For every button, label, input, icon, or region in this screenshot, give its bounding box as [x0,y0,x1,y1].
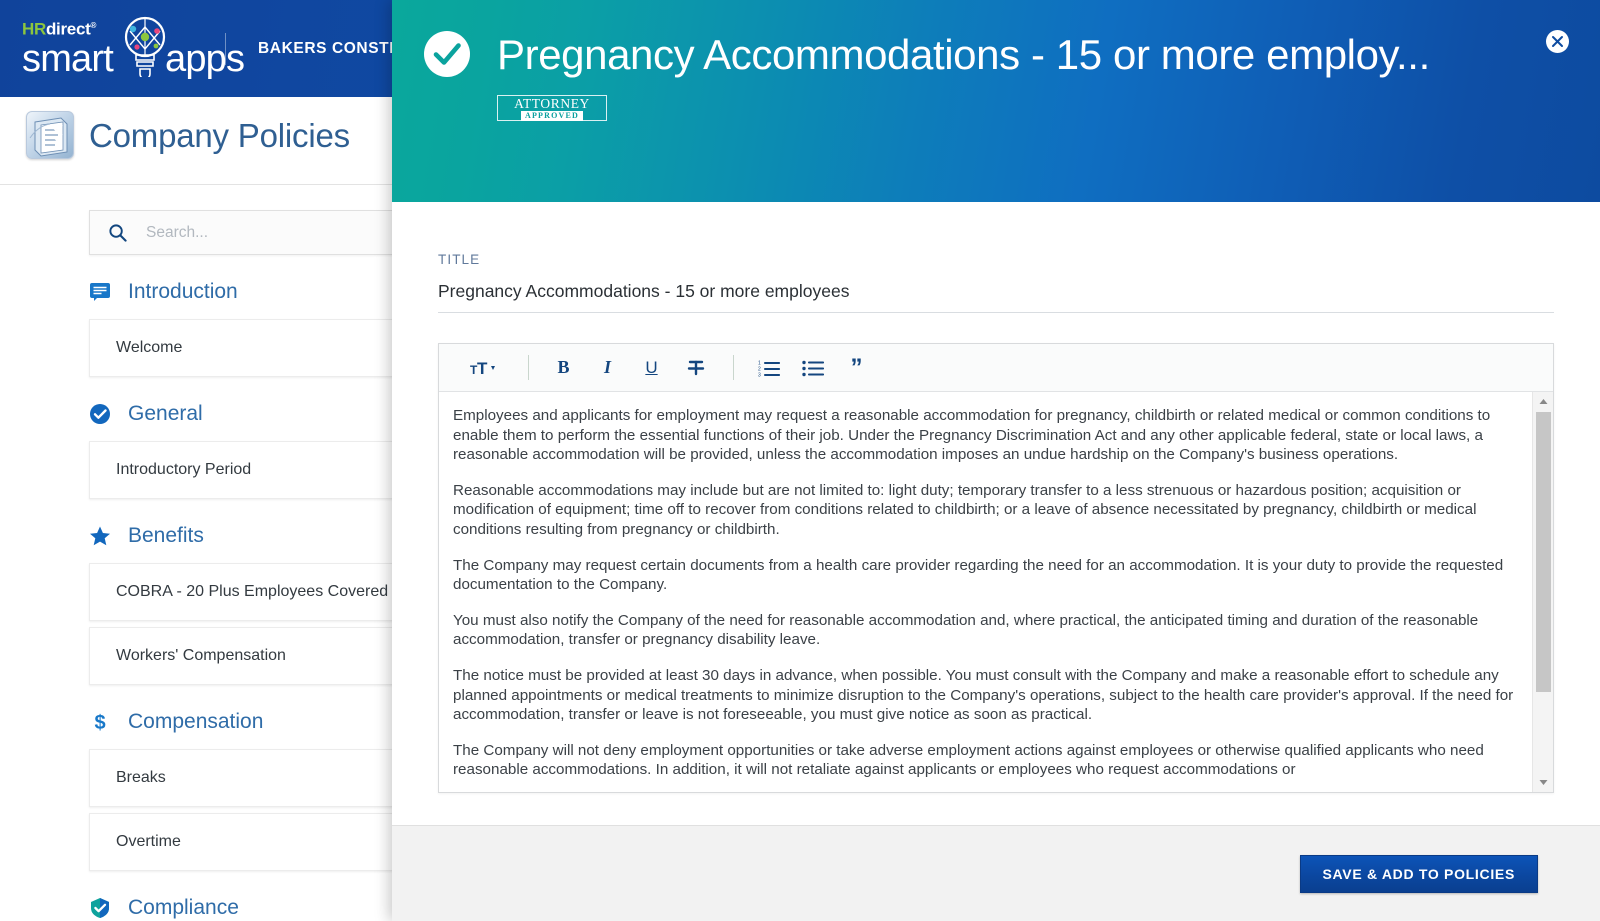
policies-book-icon [26,111,74,159]
sidebar-group-label: Benefits [128,524,204,547]
sidebar-group-compliance[interactable]: Compliance [89,881,420,921]
modal-title: Pregnancy Accommodations - 15 or more em… [497,31,1430,78]
modal-footer: SAVE & ADD TO POLICIES [392,825,1600,921]
svg-text:$: $ [94,712,105,733]
editor-paragraph: You must also notify the Company of the … [453,611,1479,649]
policy-title-input[interactable] [438,279,1554,313]
editor-paragraph: Employees and applicants for employment … [453,407,1491,464]
editor-toolbar: T T B I U 1 2 3 ” [439,344,1553,392]
sidebar-item-welcome[interactable]: Welcome [89,319,420,377]
sidebar-item-label: Overtime [116,833,181,850]
sidebar-group-label: General [128,402,203,425]
scroll-down-arrow-icon[interactable] [1533,773,1553,792]
logo-apps-text: apps [165,37,245,80]
sidebar-group-introduction[interactable]: Introduction [89,265,420,319]
blockquote-icon[interactable]: ” [836,351,877,385]
attorney-approved-badge: ATTORNEY APPROVED [497,95,607,121]
sidebar-item-label: Introductory Period [116,461,252,478]
ordered-list-icon[interactable]: 1 2 3 [748,351,789,385]
chat-bubble-icon [90,283,110,301]
editor-paragraph: The Company may request certain document… [453,556,1504,594]
sidebar-group-benefits[interactable]: Benefits [89,509,420,563]
dollar-sign-icon: $ [94,712,105,733]
italic-icon[interactable]: I [587,351,628,385]
search-icon [109,224,127,242]
nav-divider [225,33,226,65]
editor-scrollbar[interactable] [1532,392,1553,792]
close-button[interactable] [1546,30,1569,53]
sidebar-group-general[interactable]: General [89,387,420,441]
sidebar-item-cobra[interactable]: COBRA - 20 Plus Employees Covered B [89,563,420,621]
toolbar-divider [528,355,529,380]
scroll-up-arrow-icon[interactable] [1533,392,1553,411]
svg-text:3: 3 [758,372,761,377]
page-title: Company Policies [89,117,350,154]
sidebar-item-breaks[interactable]: Breaks [89,749,420,807]
sidebar-item-label: COBRA - 20 Plus Employees Covered B [116,583,404,600]
search-placeholder: Search... [146,223,209,241]
policy-sidebar: Search... Introduction Welcome General I… [0,186,420,921]
underline-icon[interactable]: U [631,351,672,385]
unordered-list-icon[interactable] [792,351,833,385]
sidebar-item-introductory-period[interactable]: Introductory Period [89,441,420,499]
editor-text-area[interactable]: Employees and applicants for employment … [439,392,1553,792]
policy-editor-modal: Pregnancy Accommodations - 15 or more em… [392,0,1600,921]
brand-logo[interactable]: HRdirect® smart apps [22,16,245,80]
sidebar-group-label: Introduction [128,280,238,303]
logo-smart-text: smart [22,37,114,80]
bold-icon[interactable]: B [543,351,584,385]
sidebar-item-label: Workers' Compensation [116,647,286,664]
svg-text:T: T [477,359,488,378]
sidebar-group-label: Compliance [128,896,239,919]
badge-approved-text: APPROVED [520,110,584,121]
editor-paragraph: The notice must be provided at least 30 … [453,666,1514,724]
rich-text-editor: T T B I U 1 2 3 ” Employees and applican… [438,343,1554,793]
sidebar-item-overtime[interactable]: Overtime [89,813,420,871]
editor-paragraph: The Company will not deny employment opp… [453,741,1484,779]
sidebar-item-workers-compensation[interactable]: Workers' Compensation [89,627,420,685]
editor-content[interactable]: Employees and applicants for employment … [439,392,1532,792]
strikethrough-icon[interactable] [675,351,716,385]
check-circle-icon [424,31,470,77]
editor-paragraph: Reasonable accommodations may include bu… [453,481,1477,538]
lightbulb-icon [124,16,166,77]
logo-trademark: ® [90,21,97,30]
check-circle-icon [90,404,110,424]
sidebar-group-label: Compensation [128,710,264,733]
sidebar-item-label: Welcome [116,339,183,356]
title-field-label: TITLE [438,252,481,267]
scrollbar-thumb[interactable] [1536,412,1551,692]
logo-direct-text: direct [45,19,91,39]
search-input[interactable]: Search... [89,210,420,255]
logo-hr-text: HR [22,19,46,39]
modal-header: Pregnancy Accommodations - 15 or more em… [392,0,1600,202]
save-and-add-to-policies-button[interactable]: SAVE & ADD TO POLICIES [1299,854,1538,893]
badge-attorney-text: ATTORNEY [514,95,590,111]
toolbar-divider [733,355,734,380]
sidebar-item-label: Breaks [116,769,166,786]
modal-body: TITLE T T B I U [392,202,1600,825]
shield-check-icon [91,898,109,918]
star-icon [90,526,110,546]
font-size-icon[interactable]: T T [455,351,511,385]
close-icon [1552,36,1563,47]
sidebar-group-compensation[interactable]: $ Compensation [89,695,420,749]
